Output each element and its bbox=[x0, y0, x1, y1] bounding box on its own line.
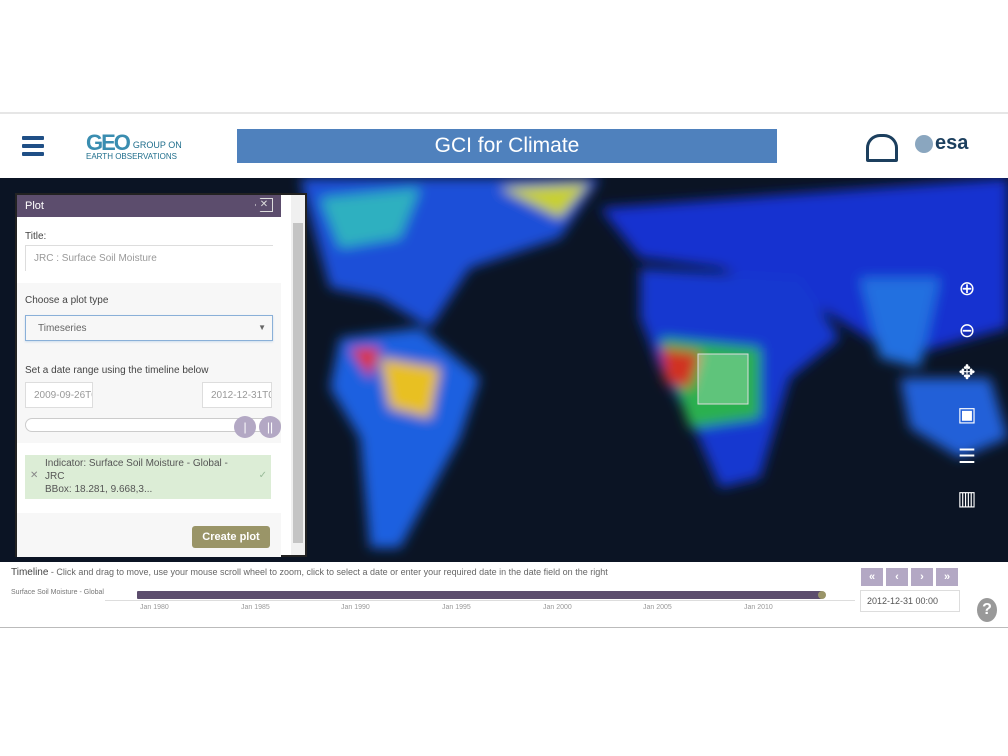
timeline: Timeline - Click and drag to move, use y… bbox=[0, 562, 1008, 628]
timeline-nav: «‹ ›» bbox=[861, 567, 961, 586]
selected-bbox[interactable] bbox=[697, 353, 749, 405]
date-range-label: Set a date range using the timeline belo… bbox=[25, 365, 209, 376]
timeline-instructions: Timeline - Click and drag to move, use y… bbox=[11, 567, 608, 578]
cnr-logo bbox=[866, 134, 898, 162]
timeline-tick: Jan 2010 bbox=[744, 604, 773, 611]
indicator-source: JRC bbox=[45, 471, 65, 482]
help-icon[interactable]: ? bbox=[977, 598, 997, 622]
close-panel-icon[interactable]: ✕ bbox=[255, 198, 273, 212]
indicator-item: ✕ Indicator: Surface Soil Moisture - Glo… bbox=[25, 455, 271, 499]
layers-icon[interactable]: ☰ bbox=[954, 444, 980, 486]
panel-scrollbar[interactable] bbox=[291, 195, 305, 555]
check-icon[interactable]: ✓ bbox=[259, 469, 267, 482]
plot-panel-title: Plot bbox=[25, 200, 44, 212]
plot-panel: Plot ✕ Title: JRC : Surface Soil Moistur… bbox=[15, 193, 307, 557]
timeline-layer-bar[interactable] bbox=[137, 591, 826, 599]
plot-type-label: Choose a plot type bbox=[25, 295, 109, 306]
geo-logo-subtext: EARTH OBSERVATIONS bbox=[86, 152, 177, 161]
geo-logo-text: GROUP ON bbox=[132, 140, 182, 150]
date-range-slider[interactable]: | || bbox=[25, 416, 281, 438]
timeline-tick: Jan 2005 bbox=[643, 604, 672, 611]
geo-logo: GEO GROUP ON EARTH OBSERVATIONS bbox=[86, 130, 182, 161]
step-back-button[interactable]: ‹ bbox=[886, 568, 908, 586]
slider-start-handle[interactable]: | bbox=[234, 416, 256, 438]
indicator-bbox: BBox: 18.281, 9.668,3... bbox=[45, 484, 153, 495]
step-forward-button[interactable]: › bbox=[911, 568, 933, 586]
map-toolbar: ⊕ ⊖ ✥ ▣ ☰ ▥ bbox=[954, 276, 980, 528]
jump-forward-button[interactable]: » bbox=[936, 568, 958, 586]
timeline-tick: Jan 1990 bbox=[341, 604, 370, 611]
start-date-input[interactable]: 2009-09-26T0 bbox=[25, 382, 93, 408]
jump-back-button[interactable]: « bbox=[861, 568, 883, 586]
map-icon[interactable]: ▥ bbox=[954, 486, 980, 528]
timeline-axis bbox=[105, 600, 855, 601]
timeline-tick: Jan 1980 bbox=[140, 604, 169, 611]
zoom-out-icon[interactable]: ⊖ bbox=[954, 318, 980, 360]
pan-icon[interactable]: ✥ bbox=[954, 360, 980, 402]
current-date-input[interactable]: 2012-12-31 00:00 bbox=[860, 590, 960, 612]
timeline-current-marker[interactable] bbox=[818, 591, 826, 599]
timeline-tick: Jan 2000 bbox=[543, 604, 572, 611]
title-label: Title: bbox=[25, 231, 47, 242]
zoom-in-icon[interactable]: ⊕ bbox=[954, 276, 980, 318]
esa-logo: esa bbox=[915, 132, 968, 155]
indicator-name: Indicator: Surface Soil Moisture - Globa… bbox=[45, 458, 228, 469]
plot-type-select[interactable]: Timeseries ▼ bbox=[25, 315, 273, 341]
create-plot-button[interactable]: Create plot bbox=[192, 526, 270, 548]
chevron-down-icon: ▼ bbox=[258, 323, 266, 332]
end-date-input[interactable]: 2012-12-31T0 bbox=[202, 382, 272, 408]
header: GEO GROUP ON EARTH OBSERVATIONS GCI for C… bbox=[0, 112, 1008, 178]
select-area-icon[interactable]: ▣ bbox=[954, 402, 980, 444]
title-input[interactable]: JRC : Surface Soil Moisture bbox=[25, 245, 273, 271]
timeline-tick: Jan 1995 bbox=[442, 604, 471, 611]
hamburger-menu-icon[interactable] bbox=[22, 136, 44, 158]
timeline-layer-label: Surface Soil Moisture - Global bbox=[11, 589, 104, 596]
map-view[interactable]: Plot ✕ Title: JRC : Surface Soil Moistur… bbox=[0, 178, 1008, 562]
page-title: GCI for Climate bbox=[237, 129, 777, 163]
remove-icon[interactable]: ✕ bbox=[30, 469, 38, 482]
slider-end-handle[interactable]: || bbox=[259, 416, 281, 438]
timeline-tick: Jan 1985 bbox=[241, 604, 270, 611]
plot-panel-header: Plot ✕ bbox=[17, 195, 281, 217]
